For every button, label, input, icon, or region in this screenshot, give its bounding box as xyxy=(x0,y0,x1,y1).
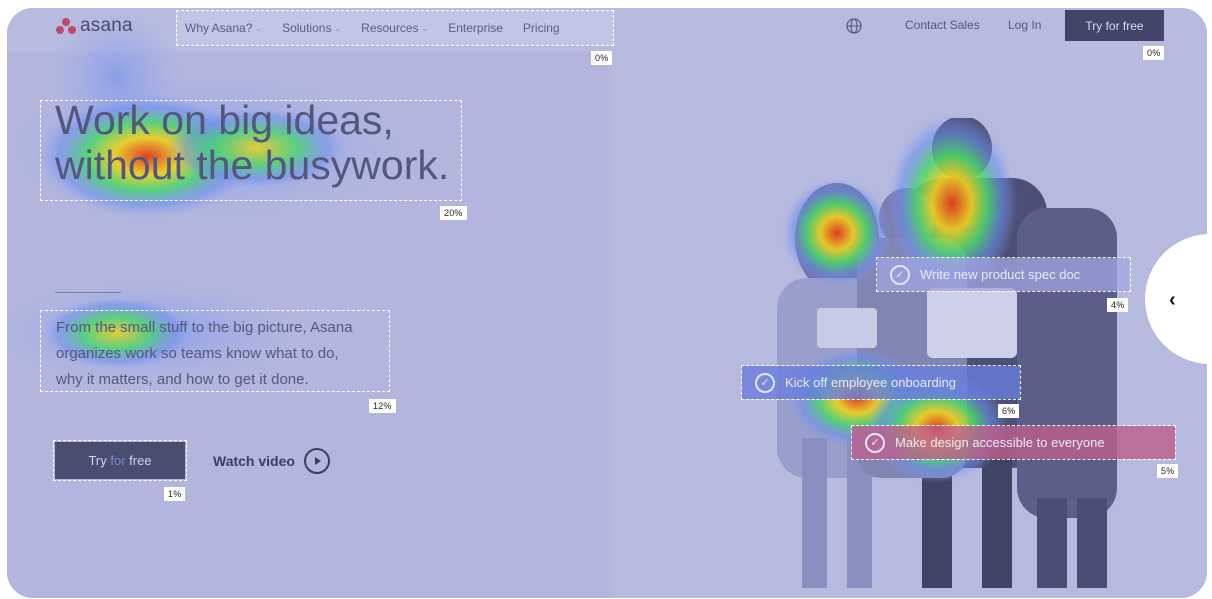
attention-badge-task-3: 5% xyxy=(1157,464,1179,478)
attention-badge-title: 20% xyxy=(440,206,467,220)
chevron-left-icon[interactable]: ‹ xyxy=(1169,289,1176,312)
aoi-box-try xyxy=(53,440,187,481)
watch-video-label: Watch video xyxy=(213,453,295,469)
aoi-box-task-1 xyxy=(876,257,1131,292)
asana-logo[interactable]: asana xyxy=(55,15,133,37)
try-for-free-header-button[interactable]: Try for free xyxy=(1065,10,1164,41)
attention-badge-subtitle: 12% xyxy=(369,399,396,413)
heatmap-screenshot: asana Why Asana? ⌄ Solutions ⌄ Resources ⌄ … xyxy=(7,8,1207,598)
aoi-box-task-3 xyxy=(851,425,1176,460)
team-photo xyxy=(777,118,1117,588)
aoi-box-title xyxy=(40,100,462,201)
attention-badge-task-2: 6% xyxy=(998,404,1020,418)
attention-badge-header-try: 0% xyxy=(1143,46,1165,60)
hero-divider xyxy=(55,292,121,293)
asana-logo-icon xyxy=(56,18,76,34)
aoi-box-subtitle xyxy=(40,310,390,392)
watch-video-button[interactable]: Watch video xyxy=(213,448,330,474)
logo-text: asana xyxy=(80,15,133,36)
play-icon xyxy=(303,448,330,474)
attention-badge-hero-try: 1% xyxy=(164,487,186,501)
aoi-box-task-2 xyxy=(741,365,1021,400)
attention-badge-task-1: 4% xyxy=(1107,298,1129,312)
globe-icon[interactable] xyxy=(845,17,863,35)
aoi-box-nav xyxy=(176,10,614,46)
contact-sales-link[interactable]: Contact Sales xyxy=(905,18,980,32)
login-link[interactable]: Log In xyxy=(1008,18,1041,32)
attention-badge-nav: 0% xyxy=(591,51,613,65)
